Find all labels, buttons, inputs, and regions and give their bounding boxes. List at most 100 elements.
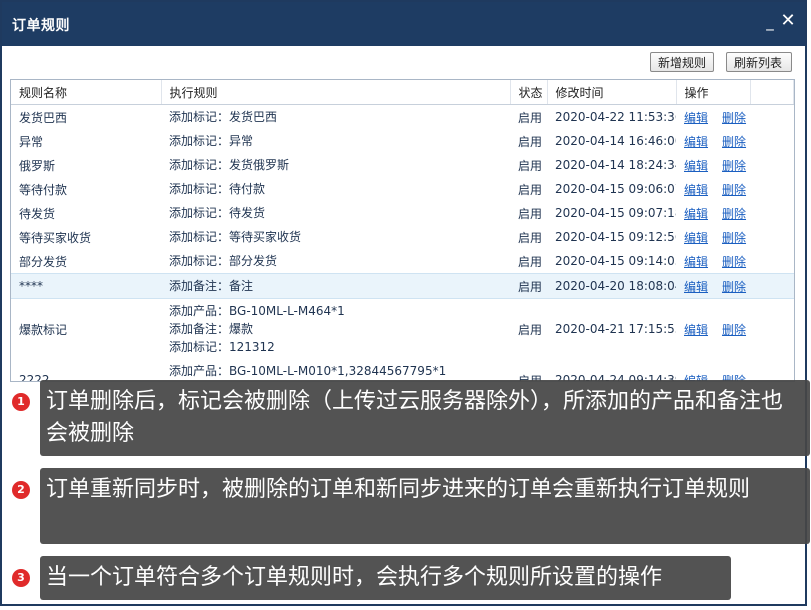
edit-link[interactable]: 编辑: [684, 255, 708, 269]
status-cell: 启用: [518, 134, 543, 149]
rule-actions-cell: 添加标记：发货巴西: [161, 105, 510, 130]
rule-action-line: 添加产品：BG-10ML-L-M464*1: [169, 304, 345, 318]
callout-note: 订单重新同步时，被删除的订单和新同步进来的订单会重新执行订单规则: [40, 468, 810, 544]
actions-cell: 编辑 删除: [676, 201, 794, 225]
delete-link[interactable]: 删除: [722, 323, 746, 337]
column-header-time: 修改时间: [547, 80, 677, 105]
edit-link[interactable]: 编辑: [684, 231, 708, 245]
rule-name-cell: 爆款标记: [19, 322, 68, 337]
delete-link[interactable]: 删除: [722, 135, 746, 149]
rule-name-cell: 部分发货: [19, 254, 68, 269]
edit-link[interactable]: 编辑: [684, 183, 708, 197]
status-cell: 启用: [518, 254, 543, 269]
delete-link[interactable]: 删除: [722, 207, 746, 221]
table-row[interactable]: 部分发货 添加标记：部分发货 启用 2020-04-15 09:14:05 编辑 删除: [11, 249, 794, 274]
rule-name-cell: 等待付款: [19, 182, 68, 197]
status-cell: 启用: [518, 322, 543, 337]
actions-cell: 编辑 删除: [676, 177, 794, 201]
delete-link[interactable]: 删除: [722, 159, 746, 173]
rule-action-line: 添加产品：BG-10ML-L-M010*1,32844567795*1: [169, 364, 447, 378]
rule-action-line: 添加标记：异常: [169, 134, 254, 148]
table-row[interactable]: **** 添加备注：备注 启用 2020-04-20 18:08:04 编辑 删除: [11, 273, 794, 299]
delete-link[interactable]: 删除: [722, 111, 746, 125]
rules-table-container: 规则名称 执行规则 状态 修改时间 操作 发货巴西 添加标记：发货巴西 启用 2020…: [10, 79, 795, 382]
delete-link[interactable]: 删除: [722, 183, 746, 197]
actions-cell: 编辑 删除: [676, 105, 794, 130]
callout-note: 当一个订单符合多个订单规则时，会执行多个规则所设置的操作: [40, 556, 731, 600]
status-cell: 启用: [518, 110, 543, 125]
rule-name-cell: 待发货: [19, 206, 56, 221]
modified-time-cell: 2020-04-15 09:12:56: [555, 230, 676, 244]
edit-link[interactable]: 编辑: [684, 207, 708, 221]
status-cell: 启用: [518, 182, 543, 197]
new-rule-button[interactable]: 新增规则: [650, 52, 714, 72]
table-row[interactable]: 俄罗斯 添加标记：发货俄罗斯 启用 2020-04-14 18:24:34 编辑 删除: [11, 153, 794, 177]
delete-link[interactable]: 删除: [722, 231, 746, 245]
rule-actions-cell: 添加标记：部分发货: [161, 249, 510, 274]
column-header-rule: 执行规则: [161, 80, 511, 105]
rule-action-line: 添加备注：爆款: [169, 322, 254, 336]
delete-link[interactable]: 删除: [722, 255, 746, 269]
rule-actions-cell: 添加备注：备注: [161, 273, 510, 299]
rule-name-cell: 等待买家收货: [19, 230, 92, 245]
rule-name-cell: 俄罗斯: [19, 158, 56, 173]
column-header-name: 规则名称: [11, 80, 162, 105]
edit-link[interactable]: 编辑: [684, 135, 708, 149]
actions-cell: 编辑 删除: [676, 359, 794, 382]
rule-name-cell: 发货巴西: [19, 110, 68, 125]
rule-action-line: 添加标记：发货巴西: [169, 110, 278, 124]
table-row[interactable]: 爆款标记 添加产品：BG-10ML-L-M464*1 添加备注：爆款添加标记：121…: [11, 299, 794, 360]
modified-time-cell: 2020-04-15 09:06:07: [555, 182, 676, 196]
status-cell: 启用: [518, 158, 543, 173]
actions-cell: 编辑 删除: [676, 299, 794, 360]
callout-number-badge: 3: [12, 569, 30, 587]
modified-time-cell: 2020-04-14 16:46:00: [555, 134, 676, 148]
rule-actions-cell: 添加标记：待付款: [161, 177, 510, 201]
modified-time-cell: 2020-04-15 09:14:05: [555, 254, 676, 268]
table-row[interactable]: 待发货 添加标记：待发货 启用 2020-04-15 09:07:18 编辑 删除: [11, 201, 794, 225]
edit-link[interactable]: 编辑: [684, 111, 708, 125]
window-title: 订单规则: [12, 18, 70, 34]
actions-cell: 编辑 删除: [676, 249, 794, 274]
rule-action-line: 添加标记：待付款: [169, 182, 266, 196]
callout-note: 订单删除后，标记会被删除（上传过云服务器除外），所添加的产品和备注也会被删除: [40, 380, 810, 456]
rule-action-line: 添加标记：部分发货: [169, 254, 278, 268]
close-icon[interactable]: ✕: [780, 12, 796, 30]
minimize-icon[interactable]: _: [762, 13, 778, 31]
rule-name-cell: 异常: [19, 134, 44, 149]
rule-action-line: 添加标记：121312: [169, 340, 275, 354]
modified-time-cell: 2020-04-22 11:53:36: [555, 110, 676, 124]
column-header-filler: [750, 80, 794, 105]
edit-link[interactable]: 编辑: [684, 159, 708, 173]
callout-number-badge: 1: [12, 393, 30, 411]
table-row[interactable]: 等待买家收货 添加标记：等待买家收货 启用 2020-04-15 09:12:56 编辑…: [11, 225, 794, 249]
refresh-list-button[interactable]: 刷新列表: [726, 52, 792, 72]
modified-time-cell: 2020-04-15 09:07:18: [555, 206, 676, 220]
table-row[interactable]: 异常 添加标记：异常 启用 2020-04-14 16:46:00 编辑 删除: [11, 129, 794, 153]
modified-time-cell: 2020-04-21 17:15:55: [555, 322, 676, 336]
rule-actions-cell: 添加标记：等待买家收货: [161, 225, 510, 249]
rule-actions-cell: 添加标记：发货俄罗斯: [161, 153, 510, 177]
rule-action-line: 添加标记：待发货: [169, 206, 266, 220]
rule-action-line: 添加标记：等待买家收货: [169, 230, 302, 244]
status-cell: 启用: [518, 230, 543, 245]
title-bar: 订单规则 _ ✕: [2, 2, 805, 46]
rule-actions-cell: 添加标记：异常: [161, 129, 510, 153]
actions-cell: 编辑 删除: [676, 129, 794, 153]
rule-action-line: 添加备注：备注: [169, 279, 254, 293]
table-row[interactable]: 发货巴西 添加标记：发货巴西 启用 2020-04-22 11:53:36 编辑 删除: [11, 105, 794, 130]
edit-link[interactable]: 编辑: [684, 323, 708, 337]
rules-table: 规则名称 执行规则 状态 修改时间 操作 发货巴西 添加标记：发货巴西 启用 2020…: [11, 80, 794, 382]
rule-actions-cell: 添加产品：BG-10ML-L-M010*1,32844567795*1添加标记：…: [161, 359, 510, 381]
delete-link[interactable]: 删除: [722, 280, 746, 294]
column-header-status: 状态: [510, 80, 548, 105]
status-cell: 启用: [518, 206, 543, 221]
actions-cell: 编辑 删除: [676, 225, 794, 249]
rule-name-cell: 2222: [19, 373, 50, 382]
actions-cell: 编辑 删除: [676, 273, 794, 299]
rule-actions-cell: 添加产品：BG-10ML-L-M464*1 添加备注：爆款添加标记：121312: [161, 299, 510, 360]
table-row[interactable]: 等待付款 添加标记：待付款 启用 2020-04-15 09:06:07 编辑 删除: [11, 177, 794, 201]
table-row[interactable]: 2222 添加产品：BG-10ML-L-M010*1,32844567795*1添…: [11, 359, 794, 382]
edit-link[interactable]: 编辑: [684, 280, 708, 294]
modified-time-cell: 2020-04-24 09:14:39: [555, 373, 676, 382]
